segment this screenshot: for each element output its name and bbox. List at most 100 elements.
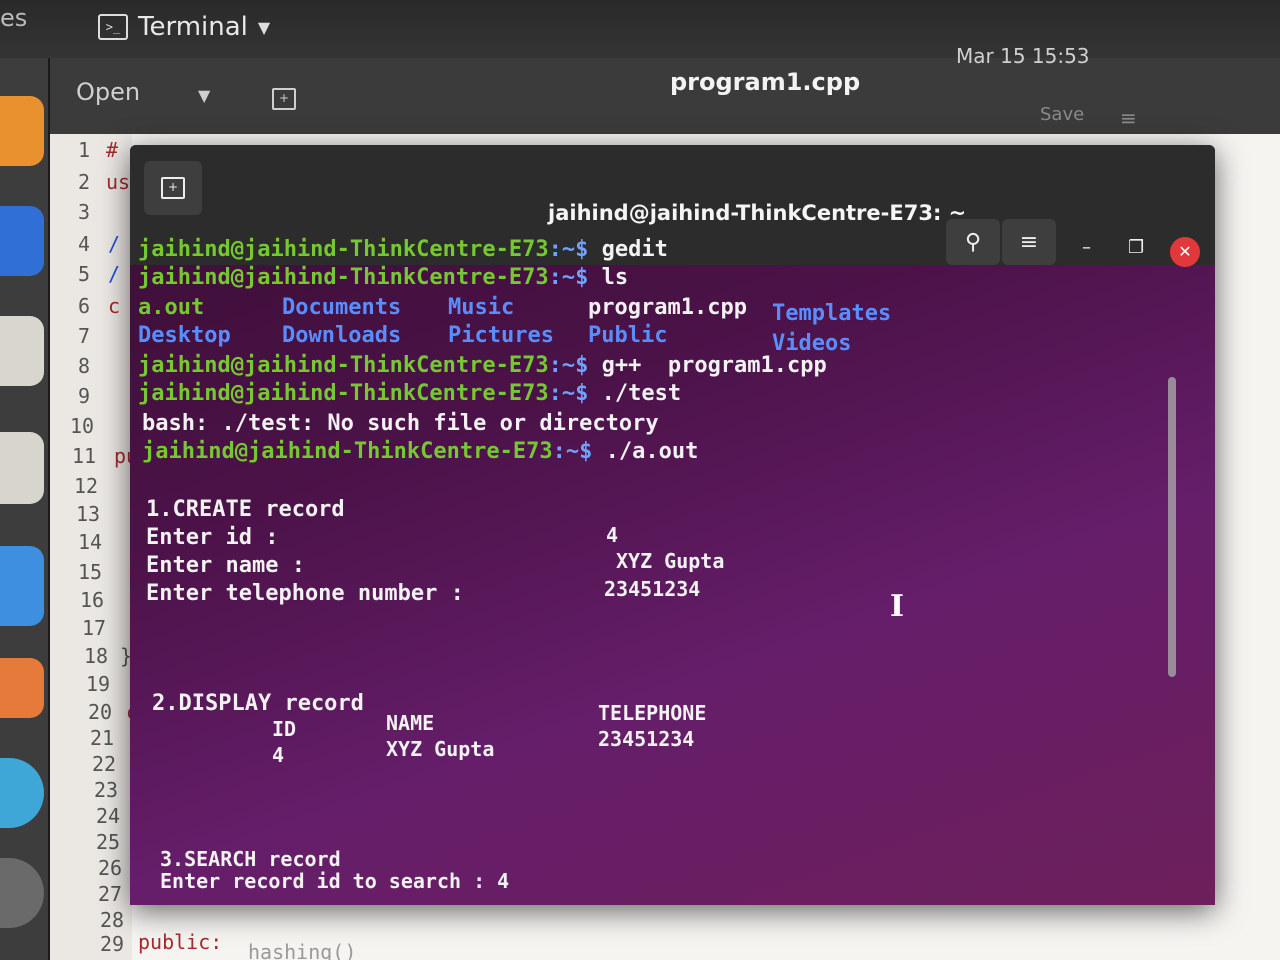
code-line: public: (138, 930, 223, 954)
line-number: 17 (82, 616, 107, 640)
line-number: 6 (78, 294, 91, 318)
line-number: 16 (80, 588, 105, 612)
code-line: / (108, 232, 121, 256)
ls-entry: Templates (772, 301, 892, 326)
line-number: 7 (78, 324, 91, 348)
terminal-window[interactable]: + jaihind@jaihind-ThinkCentre-E73: ~ ⚲ ≡… (130, 145, 1215, 905)
prompt-label: Enter id : (146, 525, 279, 550)
prompt-path: :~$ (548, 381, 589, 406)
table-cell-telephone: 23451234 (598, 727, 695, 751)
menu-header: 2.DISPLAY record (152, 691, 364, 716)
prompt-path: :~$ (548, 237, 589, 262)
app-menu-label: Terminal (138, 12, 248, 42)
ls-entry: Public (588, 323, 668, 348)
line-number: 29 (100, 932, 125, 956)
dock-app-icon[interactable] (0, 858, 44, 928)
dock-app-icon[interactable] (0, 432, 44, 504)
command: gedit (588, 237, 668, 262)
line-number: 12 (74, 474, 99, 498)
line-number: 15 (78, 560, 103, 584)
gedit-header-bar: Open ▼ + (50, 58, 1280, 134)
line-number: 11 (72, 444, 97, 468)
clock[interactable]: Mar 15 15:53 (956, 44, 1090, 68)
line-number: 8 (78, 354, 91, 378)
dock-software-icon[interactable] (0, 658, 44, 718)
input-value: 23451234 (604, 577, 701, 601)
prompt-user: jaihind@jaihind-ThinkCentre-E73 (138, 381, 549, 406)
line-number: 21 (90, 726, 115, 750)
line-number: 1 (78, 138, 91, 162)
hamburger-menu-icon[interactable]: ≡ (1120, 106, 1137, 130)
input-value: XYZ Gupta (616, 549, 725, 573)
error-line: bash: ./test: No such file or directory (142, 411, 659, 436)
ls-entry: Music (448, 295, 515, 320)
ls-entry: Pictures (448, 323, 554, 348)
prompt-user: jaihind@jaihind-ThinkCentre-E73 (138, 353, 549, 378)
activities-button[interactable]: es (0, 4, 27, 32)
line-number: 18 (84, 644, 109, 668)
ls-entry: program1.cpp (588, 295, 747, 320)
terminal-line: jaihind@jaihind-ThinkCentre-E73:~$ ls (138, 265, 628, 290)
terminal-line: jaihind@jaihind-ThinkCentre-E73:~$ gedit (138, 237, 668, 262)
new-tab-icon: + (161, 177, 185, 199)
new-document-icon[interactable]: + (272, 88, 296, 110)
save-button[interactable]: Save (1040, 104, 1084, 125)
terminal-scrollbar[interactable] (1168, 377, 1176, 677)
dock-files-icon[interactable] (0, 316, 44, 386)
dock-help-icon[interactable] (0, 758, 44, 828)
new-tab-button[interactable]: + (144, 161, 202, 215)
terminal-title: jaihind@jaihind-ThinkCentre-E73: ~ (548, 201, 967, 225)
line-number: 14 (78, 530, 103, 554)
line-number: 19 (86, 672, 111, 696)
ls-aout: a.out (138, 295, 205, 320)
line-number: 13 (76, 502, 101, 526)
ls-entry: Documents (282, 295, 402, 320)
dock-app-icon[interactable] (0, 96, 44, 166)
code-line: / (108, 262, 121, 286)
code-line: hashing() (248, 940, 357, 960)
i-beam-cursor-icon: I (890, 589, 905, 624)
prompt-user: jaihind@jaihind-ThinkCentre-E73 (142, 439, 553, 464)
line-number: 22 (92, 752, 117, 776)
line-number: 4 (78, 232, 91, 256)
menu-header: 3.SEARCH record (160, 847, 341, 871)
prompt-label: Enter name : (146, 553, 305, 578)
prompt-user: jaihind@jaihind-ThinkCentre-E73 (138, 265, 549, 290)
line-number: 2 (78, 170, 91, 194)
table-header-id: ID (272, 717, 297, 741)
line-number: 10 (70, 414, 95, 438)
line-number: 28 (100, 908, 125, 932)
ls-entry: Downloads (282, 323, 402, 348)
table-header-telephone: TELEPHONE (598, 701, 707, 725)
prompt-label: Enter record id to search : 4 (160, 869, 510, 893)
line-number-gutter: 1 2 3 4 5 6 7 8 9 10 11 12 13 14 15 16 1… (50, 134, 132, 960)
prompt-path: :~$ (548, 265, 589, 290)
prompt-user: jaihind@jaihind-ThinkCentre-E73 (138, 237, 549, 262)
prompt-path: :~$ (552, 439, 593, 464)
line-number: 3 (78, 200, 91, 224)
dock (0, 58, 48, 960)
terminal-line: jaihind@jaihind-ThinkCentre-E73:~$ ./tes… (138, 381, 681, 406)
dock-app-icon[interactable] (0, 206, 44, 276)
line-number: 27 (98, 882, 123, 906)
dock-writer-icon[interactable] (0, 546, 44, 626)
chevron-down-icon[interactable]: ▼ (198, 86, 210, 105)
app-menu-terminal[interactable]: >_ Terminal ▼ (98, 12, 270, 42)
command: ./a.out (592, 439, 699, 464)
prompt-path: :~$ (548, 353, 589, 378)
terminal-line: jaihind@jaihind-ThinkCentre-E73:~$ ./a.o… (142, 439, 698, 464)
line-number: 23 (94, 778, 119, 802)
command: g++ program1.cpp (588, 353, 827, 378)
line-number: 20 (88, 700, 113, 724)
input-value: 4 (606, 523, 619, 547)
open-button[interactable]: Open (76, 78, 140, 106)
line-number: 26 (98, 856, 123, 880)
table-header-name: NAME (386, 711, 435, 735)
command: ./test (588, 381, 682, 406)
code-line: # (106, 138, 119, 162)
terminal-output[interactable]: jaihind@jaihind-ThinkCentre-E73:~$ gedit… (138, 237, 1208, 897)
line-number: 24 (96, 804, 121, 828)
terminal-line: jaihind@jaihind-ThinkCentre-E73:~$ g++ p… (138, 353, 827, 378)
line-number: 9 (78, 384, 91, 408)
line-number: 5 (78, 262, 91, 286)
